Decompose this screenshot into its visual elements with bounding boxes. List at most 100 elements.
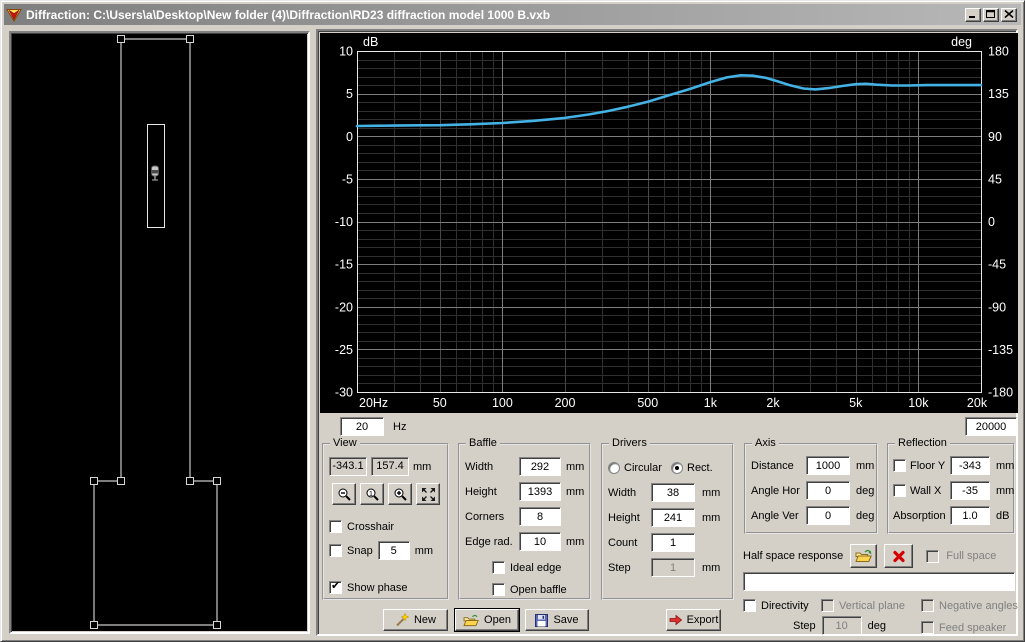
save-button[interactable]: Save [525, 609, 589, 631]
svg-text:-30: -30 [335, 386, 353, 400]
svg-text:500: 500 [637, 396, 658, 410]
wall-checkbox[interactable] [893, 484, 906, 497]
baffle-handle[interactable] [186, 35, 194, 43]
baffle-canvas[interactable] [9, 31, 310, 634]
svg-text:135: 135 [988, 87, 1009, 101]
zoom-in-icon [394, 488, 407, 501]
baffle-outline[interactable] [93, 38, 218, 626]
driver-width-input[interactable] [651, 483, 695, 502]
feed-speaker-label: Feed speaker [939, 621, 1007, 634]
baffle-edge-rad-input[interactable] [519, 532, 561, 551]
driver-circular-radio[interactable] [608, 461, 620, 474]
half-space-open-button[interactable] [850, 544, 878, 568]
minimize-button[interactable] [965, 7, 981, 22]
floor-checkbox[interactable] [893, 459, 906, 472]
baffle-handle[interactable] [213, 477, 221, 485]
baffle-corners-label: Corners [465, 510, 505, 523]
svg-text:-180: -180 [988, 386, 1013, 400]
svg-text:-135: -135 [988, 343, 1013, 357]
driver-step-unit: mm [702, 561, 721, 574]
open-baffle-checkbox[interactable] [492, 583, 505, 596]
export-arrow-icon [669, 614, 682, 626]
svg-text:5k: 5k [849, 396, 863, 410]
drivers-group: Drivers Circular Rect. Width mm Height m… [601, 437, 734, 600]
svg-text:0: 0 [346, 130, 353, 144]
view-unit: mm [413, 460, 432, 473]
baffle-handle[interactable] [117, 477, 125, 485]
export-button[interactable]: Export [666, 609, 721, 631]
snap-input[interactable] [377, 541, 410, 560]
zoom-fit-button[interactable] [416, 483, 440, 505]
zoom-out-button[interactable] [332, 483, 356, 505]
vertical-plane-label: Vertical plane [839, 599, 906, 612]
baffle-corners-input[interactable] [519, 507, 561, 526]
directivity-step-input [821, 616, 862, 635]
half-space-file-input[interactable] [743, 572, 1015, 591]
absorption-label: Absorption [893, 509, 946, 522]
close-icon [1004, 10, 1014, 19]
driver-rect-radio[interactable] [671, 461, 683, 474]
svg-text:-45: -45 [988, 258, 1006, 272]
axis-angle-hor-label: Angle Hor [751, 484, 800, 497]
directivity-step-label: Step [793, 619, 816, 632]
vertical-plane-checkbox [821, 599, 834, 612]
baffle-handle[interactable] [213, 621, 221, 629]
response-chart: dB deg 10 5 0 -5 -10 -15 -20 -25 -30 180 135 90 45 0 -45… [320, 33, 1018, 413]
svg-text:5: 5 [346, 87, 353, 101]
maximize-button[interactable] [983, 7, 999, 22]
axis-distance-unit: mm [856, 459, 875, 472]
floor-input[interactable] [950, 456, 990, 475]
svg-text:2k: 2k [766, 396, 780, 410]
show-phase-checkbox[interactable] [329, 579, 342, 594]
axis-angle-hor-input[interactable] [806, 481, 850, 500]
baffle-group-title: Baffle [466, 437, 500, 449]
svg-text:1k: 1k [704, 396, 718, 410]
baffle-width-label: Width [465, 460, 494, 473]
zoom-in-button[interactable] [388, 483, 412, 505]
save-floppy-icon [535, 613, 549, 627]
axis-distance-input[interactable] [806, 456, 850, 475]
baffle-edge-rad-label: Edge rad. [465, 535, 513, 548]
crosshair-checkbox[interactable] [329, 520, 342, 533]
svg-text:-5: -5 [342, 172, 353, 186]
directivity-label: Directivity [761, 599, 809, 612]
half-space-clear-button[interactable] [884, 544, 914, 568]
zoom-reset-button[interactable]: 1 [360, 483, 384, 505]
ideal-edge-checkbox[interactable] [492, 561, 505, 574]
window-title: Diffraction: C:\Users\a\Desktop\New fold… [26, 7, 551, 22]
directivity-checkbox[interactable] [743, 599, 756, 612]
driver-count-input[interactable] [651, 533, 695, 552]
svg-text:20k: 20k [967, 396, 988, 410]
driver-height-unit: mm [702, 511, 721, 524]
absorption-input[interactable] [950, 506, 990, 525]
baffle-height-input[interactable] [519, 482, 561, 501]
baffle-height-unit: mm [566, 485, 585, 498]
axis-angle-ver-input[interactable] [806, 506, 850, 525]
driver-height-input[interactable] [651, 508, 695, 527]
negative-angles-checkbox [921, 599, 934, 612]
axis-angle-ver-unit: deg [856, 509, 875, 522]
open-button[interactable]: Open [454, 608, 520, 632]
svg-text:deg: deg [951, 35, 972, 49]
svg-text:90: 90 [988, 130, 1002, 144]
baffle-handle[interactable] [117, 35, 125, 43]
freq-min-input[interactable] [340, 417, 384, 436]
baffle-handle[interactable] [186, 477, 194, 485]
freq-max-input[interactable] [965, 417, 1017, 436]
baffle-handle[interactable] [90, 621, 98, 629]
new-button[interactable]: New [383, 609, 448, 631]
cursor-x-value: -343.1 [329, 457, 367, 476]
driver-height-label: Height [608, 511, 640, 524]
baffle-width-input[interactable] [519, 457, 561, 476]
mic-axis-icon[interactable] [151, 165, 159, 181]
drivers-group-title: Drivers [609, 437, 650, 449]
red-x-icon [893, 550, 905, 562]
svg-text:dB: dB [363, 35, 378, 49]
svg-text:10k: 10k [908, 396, 929, 410]
svg-text:-90: -90 [988, 300, 1006, 314]
close-button[interactable] [1001, 7, 1017, 22]
wall-input[interactable] [950, 481, 990, 500]
baffle-handle[interactable] [90, 477, 98, 485]
snap-checkbox[interactable] [329, 544, 342, 557]
driver-width-label: Width [608, 486, 637, 499]
